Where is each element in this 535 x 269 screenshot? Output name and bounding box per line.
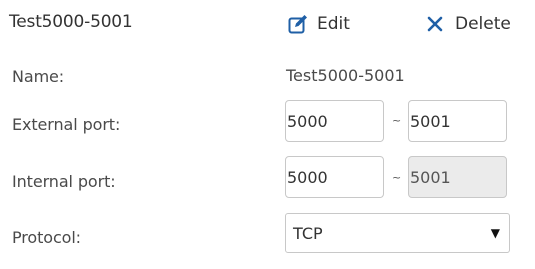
close-icon bbox=[427, 16, 443, 32]
protocol-label: Protocol: bbox=[12, 228, 81, 247]
protocol-select[interactable]: TCP ▼ bbox=[285, 213, 510, 253]
external-port-range-separator: ~ bbox=[392, 114, 402, 127]
internal-port-label: Internal port: bbox=[12, 172, 116, 191]
name-value: Test5000-5001 bbox=[286, 66, 405, 85]
edit-icon bbox=[288, 15, 307, 34]
name-label: Name: bbox=[12, 67, 65, 86]
external-port-label: External port: bbox=[12, 115, 121, 134]
edit-label: Edit bbox=[317, 14, 350, 34]
external-port-start-input[interactable] bbox=[285, 100, 384, 142]
delete-button[interactable]: Delete bbox=[425, 10, 511, 38]
internal-port-end-input bbox=[408, 156, 507, 198]
delete-label: Delete bbox=[455, 14, 511, 34]
external-port-end-input[interactable] bbox=[408, 100, 507, 142]
rule-title: Test5000-5001 bbox=[9, 12, 133, 32]
internal-port-range-separator: ~ bbox=[392, 171, 402, 184]
internal-port-start-input[interactable] bbox=[285, 156, 384, 198]
edit-button[interactable]: Edit bbox=[287, 10, 350, 38]
protocol-selected-value: TCP bbox=[293, 224, 323, 243]
dropdown-arrow-icon: ▼ bbox=[490, 226, 500, 240]
